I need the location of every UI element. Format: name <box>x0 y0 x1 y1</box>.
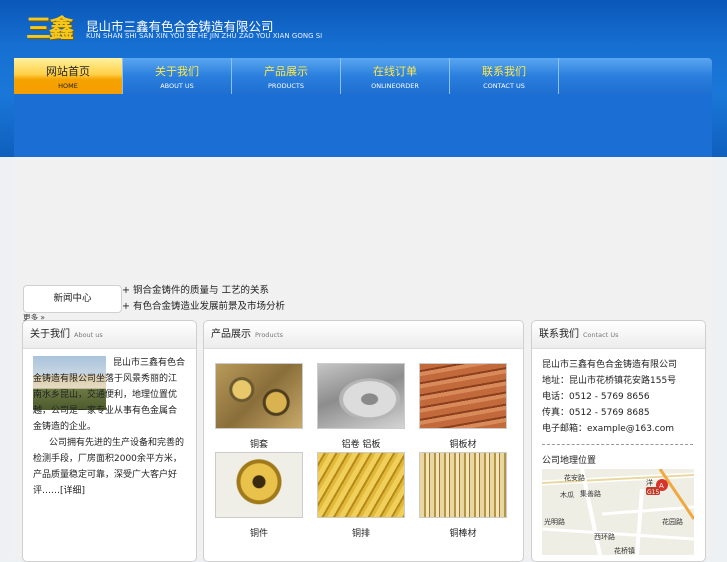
contact-info: 昆山市三鑫有色合金铸造有限公司 地址：昆山市花桥镇花安路155号 电话：0512… <box>542 357 677 437</box>
contact-panel: 联系我们 Contact Us 昆山市三鑫有色合金铸造有限公司 地址：昆山市花桥镇… <box>531 320 706 562</box>
nav-label-en: ONLINEORDER <box>371 82 419 90</box>
product-name[interactable]: 铜棒材 <box>419 526 507 539</box>
map-label: 花园路 <box>662 517 683 526</box>
nav-label: 联系我们 <box>482 65 526 78</box>
products-panel-header: 产品展示 Products <box>204 321 523 349</box>
about-panel: 关于我们 About us 昆山市三鑫有色合金铸造有限公司坐落于风景秀丽的江南水乡… <box>22 320 197 562</box>
company-name-en: KUN SHAN SHI SAN XIN YOU SE HE JIN ZHU Z… <box>86 32 323 40</box>
main-nav: 网站首页 HOME 关于我们 ABOUT US 产品展示 PRODUCTS 在线… <box>14 58 712 94</box>
about-panel-header: 关于我们 About us <box>23 321 196 349</box>
nav-label: 在线订单 <box>373 65 417 78</box>
contact-panel-header: 联系我们 Contact Us <box>532 321 705 349</box>
product-name[interactable]: 铜板材 <box>419 437 507 450</box>
nav-label-en: HOME <box>58 82 78 90</box>
location-map[interactable]: A 花安路 木瓜 集善路 光明路 花园路 西环路 花桥镇 洋 G15 <box>542 469 694 555</box>
map-label: 花安路 <box>564 473 585 482</box>
nav-contact[interactable]: 联系我们 CONTACT US <box>450 58 559 94</box>
about-title: 关于我们 <box>30 329 70 340</box>
contact-title: 联系我们 <box>539 329 579 340</box>
product-card[interactable]: 铜套 <box>215 363 303 450</box>
map-label: 光明路 <box>544 517 565 526</box>
products-title: 产品展示 <box>211 329 251 340</box>
nav-label: 网站首页 <box>46 65 90 78</box>
product-card[interactable]: 铝卷 铝板 <box>317 363 405 450</box>
contact-subtitle: Contact Us <box>583 331 619 339</box>
about-subtitle: About us <box>74 331 103 339</box>
about-more-link[interactable]: [详细] <box>60 486 85 496</box>
contact-company: 昆山市三鑫有色合金铸造有限公司 <box>542 360 678 370</box>
nav-label-en: CONTACT US <box>483 82 525 90</box>
products-subtitle: Products <box>255 331 284 339</box>
product-card[interactable]: 铜件 <box>215 452 303 539</box>
news-center-label[interactable]: 新闻中心 <box>23 285 122 313</box>
product-name[interactable]: 铝卷 铝板 <box>317 437 405 450</box>
product-card[interactable]: 铜排 <box>317 452 405 539</box>
nav-label: 产品展示 <box>264 65 308 78</box>
about-paragraph-1: 昆山市三鑫有色合金铸造有限公司坐落于风景秀丽的江南水乡昆山，交通便利，地理位置优… <box>33 358 186 432</box>
map-label: 花桥镇 <box>614 546 635 555</box>
map-label: 木瓜 <box>560 490 574 499</box>
news-list: + 铜合金铸件的质量与 工艺的关系 + 有色合金铸造业发展前景及市场分析 <box>122 283 285 315</box>
product-image[interactable] <box>215 363 303 429</box>
product-image[interactable] <box>215 452 303 518</box>
about-paragraph-2: 公司拥有先进的生产设备和完善的检测手段，厂房面积2000余平方米，产品质量稳定可… <box>33 438 185 496</box>
map-label: G15 <box>647 489 659 496</box>
contact-email[interactable]: 电子邮箱：example@163.com <box>542 421 677 437</box>
banner-area <box>14 94 712 157</box>
product-name[interactable]: 铜套 <box>215 437 303 450</box>
news-item[interactable]: + 有色合金铸造业发展前景及市场分析 <box>122 299 285 315</box>
nav-online-order[interactable]: 在线订单 ONLINEORDER <box>341 58 450 94</box>
product-image[interactable] <box>419 363 507 429</box>
product-card[interactable]: 铜棒材 <box>419 452 507 539</box>
about-text: 昆山市三鑫有色合金铸造有限公司坐落于风景秀丽的江南水乡昆山，交通便利，地理位置优… <box>33 355 185 499</box>
map-label: 洋 <box>646 478 653 487</box>
product-name[interactable]: 铜件 <box>215 526 303 539</box>
news-item[interactable]: + 铜合金铸件的质量与 工艺的关系 <box>122 283 285 299</box>
product-image[interactable] <box>419 452 507 518</box>
product-image[interactable] <box>317 363 405 429</box>
nav-products[interactable]: 产品展示 PRODUCTS <box>232 58 341 94</box>
products-panel: 产品展示 Products 铜套 铝卷 铝板 铜板材 铜件 铜排 铜棒材 <box>203 320 524 562</box>
contact-divider <box>542 444 693 445</box>
product-name[interactable]: 铜排 <box>317 526 405 539</box>
product-image[interactable] <box>317 452 405 518</box>
contact-fax: 传真：0512 - 5769 8685 <box>542 408 650 418</box>
map-label: 集善路 <box>580 489 601 498</box>
nav-label: 关于我们 <box>155 65 199 78</box>
nav-label-en: PRODUCTS <box>268 82 304 90</box>
company-logo[interactable]: 三鑫 <box>26 14 80 44</box>
nav-about[interactable]: 关于我们 ABOUT US <box>123 58 232 94</box>
map-title: 公司地理位置 <box>542 456 597 466</box>
map-graphic: A 花安路 木瓜 集善路 光明路 花园路 西环路 花桥镇 洋 G15 <box>542 469 694 555</box>
map-label: 西环路 <box>594 532 615 541</box>
product-card[interactable]: 铜板材 <box>419 363 507 450</box>
nav-home[interactable]: 网站首页 HOME <box>14 58 123 94</box>
nav-label-en: ABOUT US <box>160 82 194 90</box>
contact-phone: 电话：0512 - 5769 8656 <box>542 392 650 402</box>
contact-address: 地址：昆山市花桥镇花安路155号 <box>542 376 677 386</box>
